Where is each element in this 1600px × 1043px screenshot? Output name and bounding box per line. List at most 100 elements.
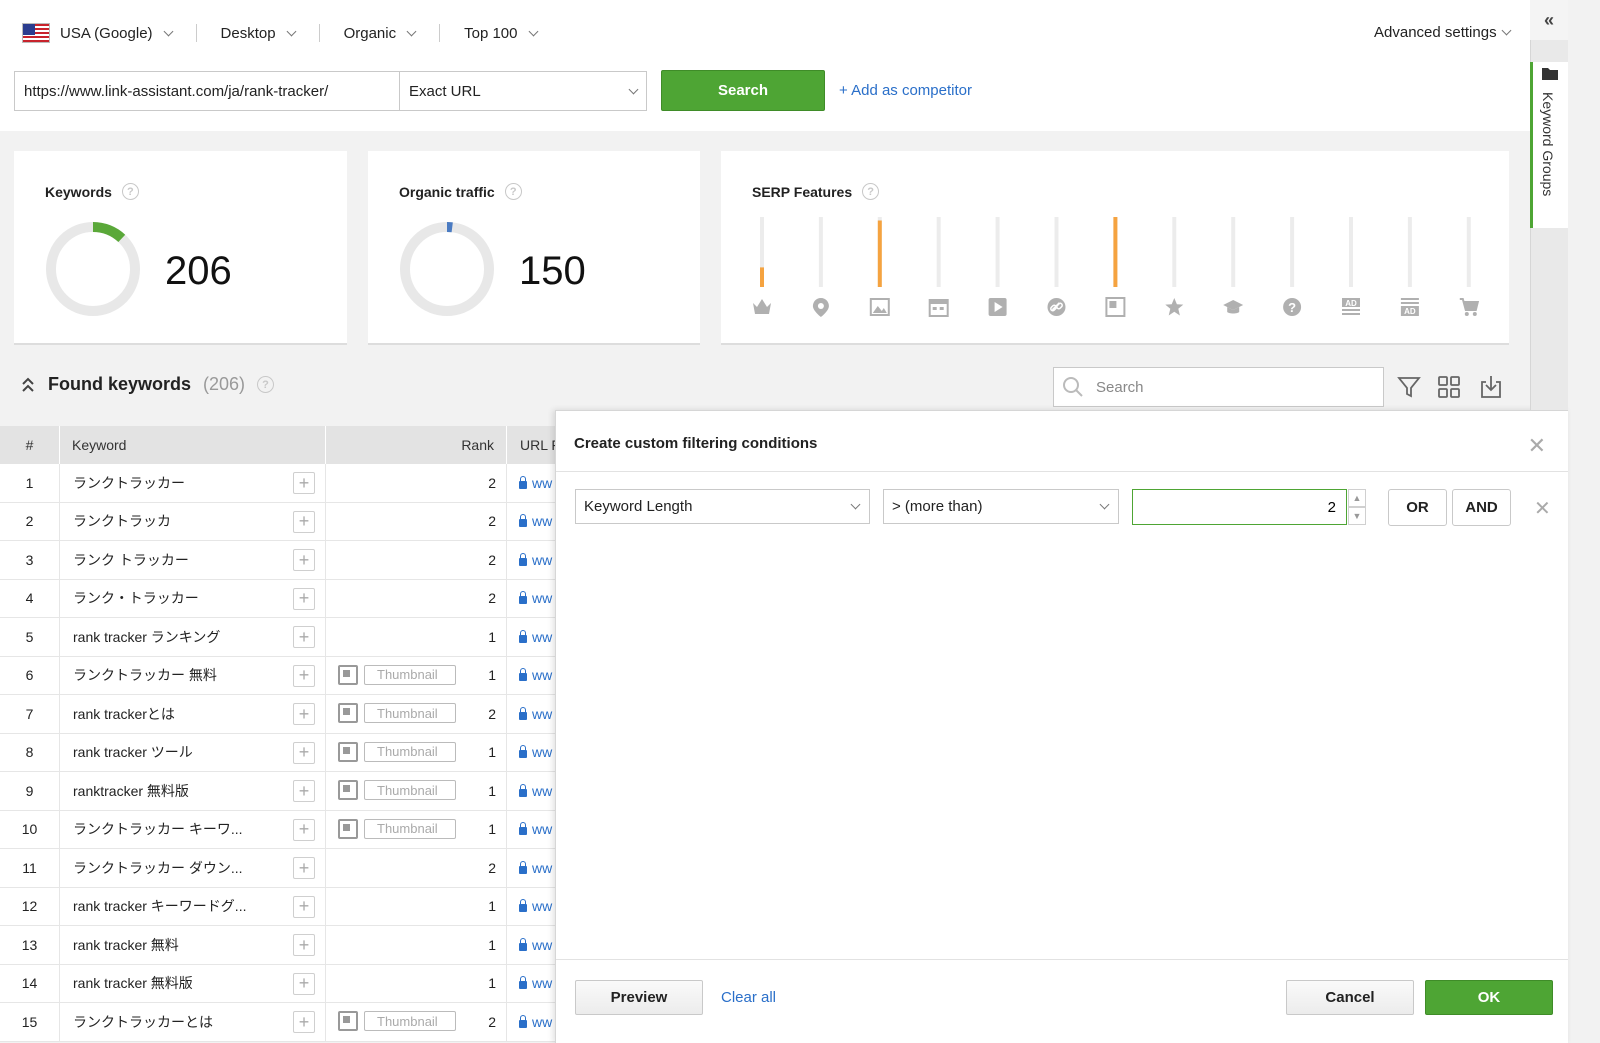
url-cell[interactable]: ww [507,580,560,618]
or-button[interactable]: OR [1388,489,1447,526]
ok-button[interactable]: OK [1425,980,1553,1015]
add-keyword-icon[interactable]: + [293,472,315,494]
table-row[interactable]: 4 ランク・トラッカー + 2 ww [0,579,560,618]
table-row[interactable]: 3 ランク トラッカー + 2 ww [0,541,560,580]
url-cell[interactable]: ww [507,464,560,502]
add-keyword-icon[interactable]: + [293,1011,315,1033]
close-icon[interactable]: ✕ [1528,433,1546,459]
table-row[interactable]: 13 rank tracker 無料 + 1 ww [0,926,560,965]
search-placeholder: Search [1096,378,1144,396]
dialog-footer-divider [556,959,1568,960]
condition-operator-select[interactable]: > (more than) [883,489,1119,524]
add-keyword-icon[interactable]: + [293,780,315,802]
help-icon[interactable]: ? [257,376,275,393]
remove-condition-icon[interactable]: ✕ [1534,496,1551,521]
image-icon[interactable] [869,298,890,316]
add-keyword-icon[interactable]: + [293,895,315,918]
add-keyword-icon[interactable]: + [293,703,315,725]
columns-grid-icon[interactable] [1436,374,1462,400]
thumbnail-icon[interactable] [1105,297,1126,317]
depth-selector[interactable]: Top 100 [464,24,560,42]
and-button[interactable]: AND [1452,489,1511,526]
search-button[interactable]: Search [661,70,825,111]
col-keyword-header[interactable]: Keyword [60,426,326,464]
condition-field-select[interactable]: Keyword Length [575,489,870,524]
stepper-up-icon[interactable]: ▲ [1348,489,1366,507]
export-icon[interactable] [1478,374,1504,400]
table-row[interactable]: 1 ランクトラッカー + 2 ww [0,464,560,503]
keyword-search-box[interactable]: Search [1053,367,1384,407]
url-cell[interactable]: ww [507,734,560,772]
help-icon[interactable]: ? [504,183,522,200]
condition-value-input[interactable] [1132,489,1347,525]
table-row[interactable]: 9 ranktracker 無料版 + Thumbnail 1 ww [0,772,560,811]
crown-icon[interactable] [753,299,771,314]
url-cell[interactable]: ww [507,888,560,926]
star-icon[interactable] [1165,298,1184,316]
table-row[interactable]: 10 ランクトラッカー キーワ... + Thumbnail 1 ww [0,810,560,849]
url-cell[interactable]: ww [507,695,560,733]
map-pin-icon[interactable] [812,298,829,317]
add-keyword-icon[interactable]: + [293,626,315,648]
ad-top-icon[interactable]: AD [1342,298,1360,315]
table-row[interactable]: 8 rank tracker ツール + Thumbnail 1 ww [0,733,560,772]
add-keyword-icon[interactable]: + [293,818,315,841]
add-keyword-icon[interactable]: + [293,510,315,533]
graduation-icon[interactable] [1223,300,1244,314]
table-row[interactable]: 5 rank tracker ランキング + 1 ww [0,618,560,657]
collapse-icon[interactable] [20,376,36,394]
add-competitor-link[interactable]: + Add as competitor [839,82,972,99]
rank-value: 1 [488,628,496,645]
question-icon[interactable]: ? [1283,298,1302,316]
ad-bottom-icon[interactable]: AD [1400,298,1419,316]
calendar-icon[interactable] [928,299,949,317]
link-icon[interactable] [1047,298,1066,316]
url-input[interactable] [14,71,400,111]
help-icon[interactable]: ? [121,183,139,200]
keyword-cell: ランクトラッカーとは + [60,1003,326,1041]
add-keyword-icon[interactable]: + [293,549,315,571]
table-row[interactable]: 12 rank tracker キーワードグ... + 1 ww [0,887,560,926]
add-keyword-icon[interactable]: + [293,587,315,610]
table-row[interactable]: 11 ランクトラッカー ダウン... + 2 ww [0,849,560,888]
url-cell[interactable]: ww [507,541,560,579]
preview-button[interactable]: Preview [575,980,703,1015]
top-bar: USA (Google) Desktop Organic Top 100 Adv… [0,0,1560,131]
lock-icon [519,899,527,913]
advanced-settings-button[interactable]: Advanced settings [1374,24,1512,41]
url-cell[interactable]: ww [507,503,560,541]
col-url-header[interactable]: URL F [507,426,560,464]
col-rank-header[interactable]: Rank [326,426,507,464]
cart-icon[interactable] [1459,298,1480,316]
cancel-button[interactable]: Cancel [1286,980,1414,1015]
add-keyword-icon[interactable]: + [293,664,315,687]
type-selector[interactable]: Organic [344,24,441,42]
url-cell[interactable]: ww [507,772,560,810]
add-keyword-icon[interactable]: + [293,857,315,879]
table-row[interactable]: 2 ランクトラッカ + 2 ww [0,502,560,541]
url-cell[interactable]: ww [507,965,560,1003]
url-cell[interactable]: ww [507,811,560,849]
table-row[interactable]: 15 ランクトラッカーとは + Thumbnail 2 ww [0,1003,560,1042]
url-cell[interactable]: ww [507,849,560,887]
device-selector[interactable]: Desktop [221,24,320,42]
collapse-rail-icon[interactable]: « [1530,0,1568,40]
add-keyword-icon[interactable]: + [293,934,315,956]
country-selector[interactable]: USA (Google) [22,23,197,43]
add-keyword-icon[interactable]: + [293,741,315,764]
filter-icon[interactable] [1396,374,1422,400]
video-icon[interactable] [988,298,1007,316]
stepper-down-icon[interactable]: ▼ [1348,507,1366,525]
table-row[interactable]: 14 rank tracker 無料版 + 1 ww [0,964,560,1003]
match-type-select[interactable]: Exact URL [399,71,647,111]
url-cell[interactable]: ww [507,1003,560,1041]
table-row[interactable]: 7 rank trackerとは + Thumbnail 2 ww [0,695,560,734]
clear-all-link[interactable]: Clear all [721,989,776,1006]
help-icon[interactable]: ? [862,183,880,200]
col-num-header[interactable]: # [0,426,60,464]
add-keyword-icon[interactable]: + [293,972,315,995]
url-cell[interactable]: ww [507,657,560,695]
url-cell[interactable]: ww [507,926,560,964]
table-row[interactable]: 6 ランクトラッカー 無料 + Thumbnail 1 ww [0,656,560,695]
url-cell[interactable]: ww [507,618,560,656]
